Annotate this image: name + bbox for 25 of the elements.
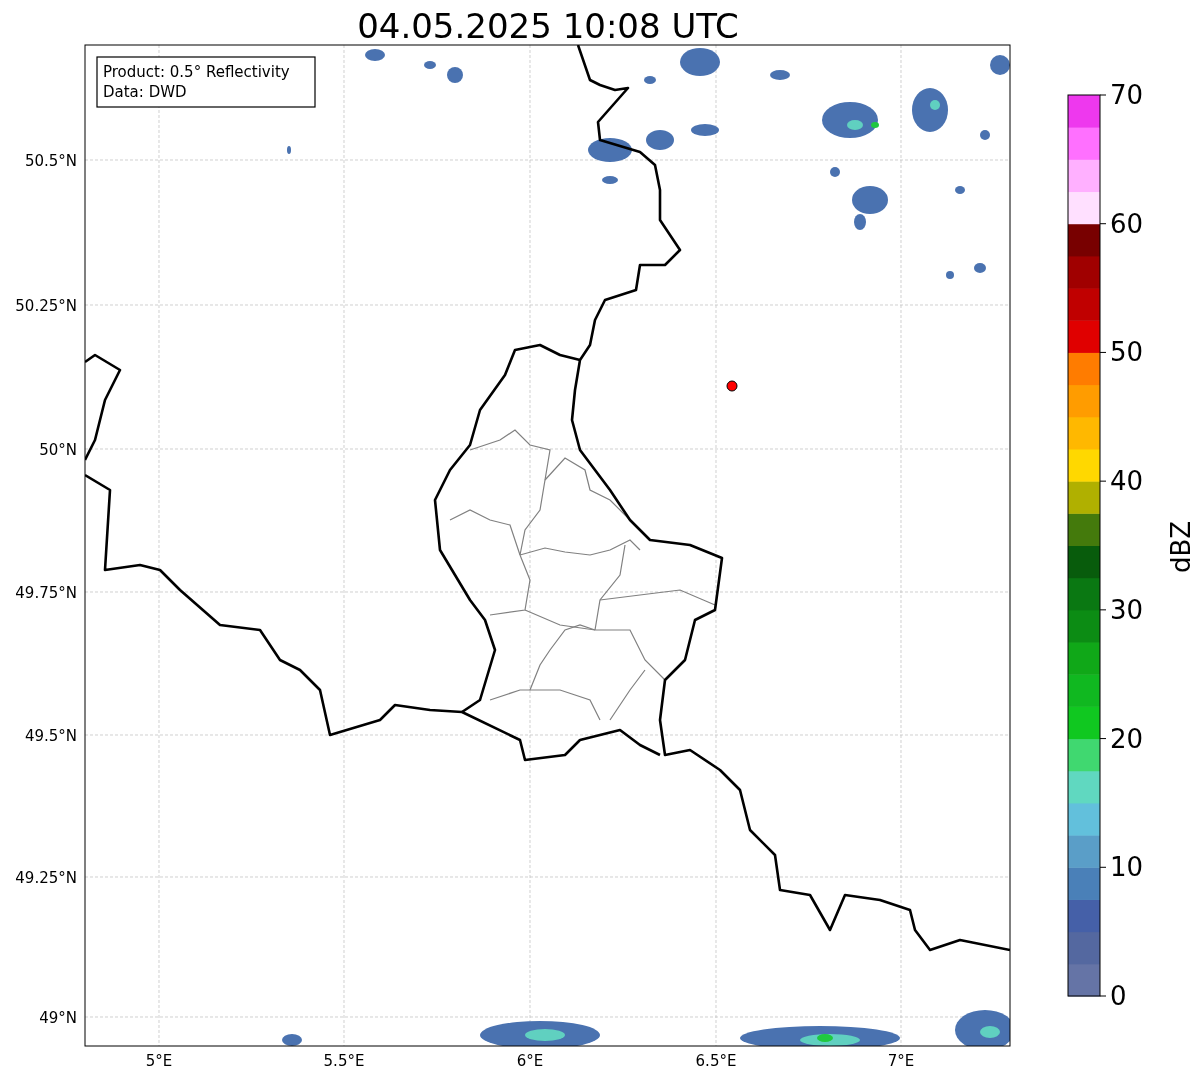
info-text: Product: 0.5° Reflectivity bbox=[103, 63, 290, 81]
latitude-label: 50.25°N bbox=[15, 297, 77, 315]
latitude-label: 49°N bbox=[39, 1009, 77, 1027]
longitude-label: 5.5°E bbox=[323, 1052, 365, 1070]
colorbar-tick-label: 0 bbox=[1110, 981, 1127, 1011]
colorbar-axis-label: dBZ bbox=[1166, 520, 1196, 574]
colorbar-tick-label: 10 bbox=[1110, 852, 1144, 883]
latitude-label: 49.5°N bbox=[24, 727, 77, 745]
colorbar-tick-label: 60 bbox=[1110, 208, 1144, 239]
longitude-label: 7°E bbox=[887, 1052, 915, 1070]
longitude-label: 5°E bbox=[145, 1052, 173, 1070]
chart-title: 04.05.2025 10:08 UTC bbox=[357, 6, 739, 46]
radar-site-marker bbox=[726, 380, 738, 392]
longitude-label: 6.5°E bbox=[695, 1052, 737, 1070]
info-text: Data: DWD bbox=[103, 83, 187, 101]
colorbar-tick-label: 40 bbox=[1110, 466, 1144, 497]
latitude-label: 50.5°N bbox=[24, 152, 77, 170]
colorbar-tick-label: 70 bbox=[1110, 80, 1144, 110]
colorbar-tick-label: 30 bbox=[1110, 594, 1144, 625]
colorbar-tick-label: 20 bbox=[1110, 723, 1144, 754]
latitude-label: 49.25°N bbox=[15, 869, 77, 887]
colorbar-tick-label: 50 bbox=[1110, 337, 1144, 368]
latitude-label: 50°N bbox=[39, 441, 77, 459]
longitude-label: 6°E bbox=[516, 1052, 544, 1070]
latitude-label: 49.75°N bbox=[15, 584, 77, 602]
